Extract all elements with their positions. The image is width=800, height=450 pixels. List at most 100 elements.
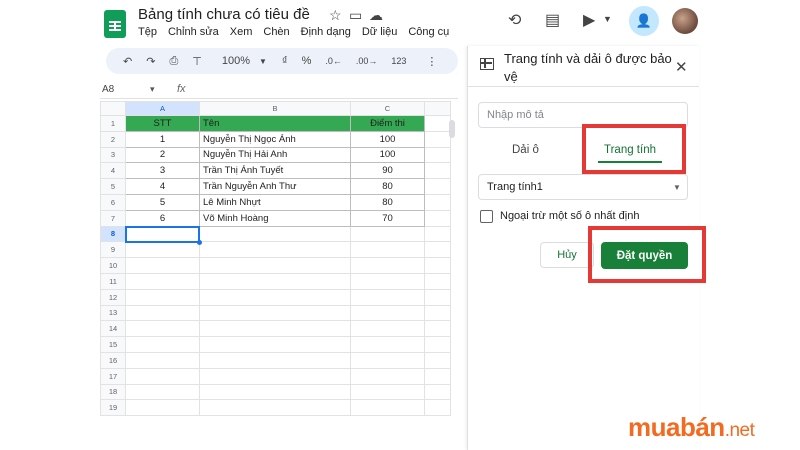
- cell[interactable]: 100: [350, 130, 425, 148]
- cell[interactable]: [424, 225, 451, 243]
- cell[interactable]: Trần Thị Ánh Tuyết: [199, 162, 351, 180]
- cell[interactable]: Lê Minh Nhựt: [199, 193, 351, 211]
- close-icon[interactable]: ✕: [675, 58, 688, 76]
- meet-icon[interactable]: ▶: [583, 10, 595, 30]
- cell[interactable]: [125, 351, 200, 369]
- column-header-d[interactable]: [424, 101, 451, 116]
- cell[interactable]: 1: [125, 130, 200, 148]
- decrease-decimal-button[interactable]: .0←: [318, 56, 349, 66]
- menu-file[interactable]: Tệp: [138, 26, 157, 38]
- row-header[interactable]: 7: [100, 209, 126, 227]
- cell[interactable]: [424, 209, 451, 227]
- cell[interactable]: [424, 241, 451, 259]
- cell[interactable]: 100: [350, 146, 425, 164]
- cell[interactable]: [199, 304, 351, 322]
- share-button[interactable]: 👤: [629, 6, 659, 36]
- cell[interactable]: [125, 383, 200, 401]
- cell[interactable]: 6: [125, 209, 200, 227]
- undo-icon[interactable]: ↶: [116, 55, 139, 68]
- increase-decimal-button[interactable]: .00→: [349, 56, 385, 66]
- zoom-chevron-icon[interactable]: ▼: [257, 57, 269, 66]
- cell[interactable]: [350, 336, 425, 353]
- cell[interactable]: [199, 320, 351, 338]
- row-header[interactable]: 16: [100, 351, 126, 369]
- header-cell-name[interactable]: Tên: [199, 115, 351, 132]
- cell[interactable]: [125, 336, 200, 353]
- move-folder-icon[interactable]: ▭: [349, 7, 362, 24]
- cell[interactable]: [350, 351, 425, 369]
- vertical-scrollbar[interactable]: [449, 120, 455, 138]
- row-header[interactable]: 9: [100, 241, 126, 259]
- cell[interactable]: [125, 257, 200, 274]
- print-icon[interactable]: ⎙: [162, 55, 185, 68]
- cell[interactable]: 80: [350, 193, 425, 211]
- cell[interactable]: [199, 336, 351, 353]
- chevron-down-icon[interactable]: ▼: [673, 183, 681, 192]
- cell[interactable]: [424, 304, 451, 322]
- menu-edit[interactable]: Chỉnh sửa: [168, 26, 219, 38]
- menu-insert[interactable]: Chèn: [263, 26, 289, 38]
- currency-format-button[interactable]: ₫: [275, 55, 295, 67]
- cell[interactable]: Nguyễn Thị Hải Anh: [199, 146, 351, 164]
- redo-icon[interactable]: ↷: [139, 55, 162, 68]
- cell[interactable]: 90: [350, 162, 425, 180]
- cloud-status-icon[interactable]: ☁: [369, 7, 383, 24]
- cell[interactable]: [350, 241, 425, 259]
- set-permissions-button[interactable]: Đặt quyền: [601, 242, 688, 269]
- cell[interactable]: [125, 272, 200, 290]
- corner-cell[interactable]: [100, 101, 126, 116]
- spreadsheet-grid[interactable]: A B C 1 STT Tên Điểm thi 2 1 Nguyễn Thị …: [100, 101, 451, 417]
- row-header[interactable]: 2: [100, 130, 126, 148]
- cell[interactable]: [199, 351, 351, 369]
- cell[interactable]: 70: [350, 209, 425, 227]
- tab-range[interactable]: Dải ô: [512, 144, 539, 156]
- cell[interactable]: [125, 288, 200, 306]
- chevron-down-icon[interactable]: ▼: [603, 14, 612, 24]
- star-icon[interactable]: ☆: [329, 7, 342, 24]
- cell[interactable]: [424, 115, 451, 132]
- cell[interactable]: [424, 193, 451, 211]
- except-checkbox[interactable]: [480, 210, 493, 223]
- cell[interactable]: [424, 351, 451, 369]
- name-box-chevron-icon[interactable]: ▾: [150, 84, 155, 95]
- cell[interactable]: [424, 367, 451, 385]
- row-header[interactable]: 15: [100, 336, 126, 353]
- column-header-a[interactable]: A: [125, 101, 200, 116]
- cell[interactable]: 80: [350, 178, 425, 195]
- row-header[interactable]: 1: [100, 115, 126, 132]
- row-header[interactable]: 4: [100, 162, 126, 180]
- cell[interactable]: 4: [125, 178, 200, 195]
- cell[interactable]: Trần Nguyễn Anh Thư: [199, 178, 351, 195]
- row-header[interactable]: 19: [100, 399, 126, 417]
- cell[interactable]: [424, 146, 451, 164]
- cell[interactable]: [424, 383, 451, 401]
- cell[interactable]: [125, 367, 200, 385]
- name-box[interactable]: A8: [102, 84, 114, 95]
- row-header[interactable]: 14: [100, 320, 126, 338]
- cancel-button[interactable]: Hủy: [540, 242, 594, 268]
- cell[interactable]: [350, 367, 425, 385]
- comment-icon[interactable]: ▤: [545, 10, 560, 30]
- row-header[interactable]: 12: [100, 288, 126, 306]
- menu-data[interactable]: Dữ liệu: [362, 26, 398, 38]
- row-header[interactable]: 3: [100, 146, 126, 164]
- cell[interactable]: [199, 367, 351, 385]
- sheets-logo-icon[interactable]: [104, 10, 126, 38]
- cell[interactable]: [125, 320, 200, 338]
- row-header[interactable]: 18: [100, 383, 126, 401]
- cell[interactable]: [199, 288, 351, 306]
- cell[interactable]: [199, 257, 351, 274]
- cell[interactable]: [424, 257, 451, 274]
- cell[interactable]: [424, 130, 451, 148]
- cell[interactable]: [424, 162, 451, 180]
- row-header[interactable]: 17: [100, 367, 126, 385]
- cell[interactable]: [199, 399, 351, 417]
- cell[interactable]: [350, 225, 425, 243]
- cell[interactable]: [350, 320, 425, 338]
- cell[interactable]: [199, 383, 351, 401]
- number-format-button[interactable]: 123: [384, 56, 413, 66]
- fill-handle[interactable]: [197, 240, 202, 245]
- cell[interactable]: [350, 257, 425, 274]
- row-header[interactable]: 13: [100, 304, 126, 322]
- menu-format[interactable]: Định dạng: [301, 26, 351, 38]
